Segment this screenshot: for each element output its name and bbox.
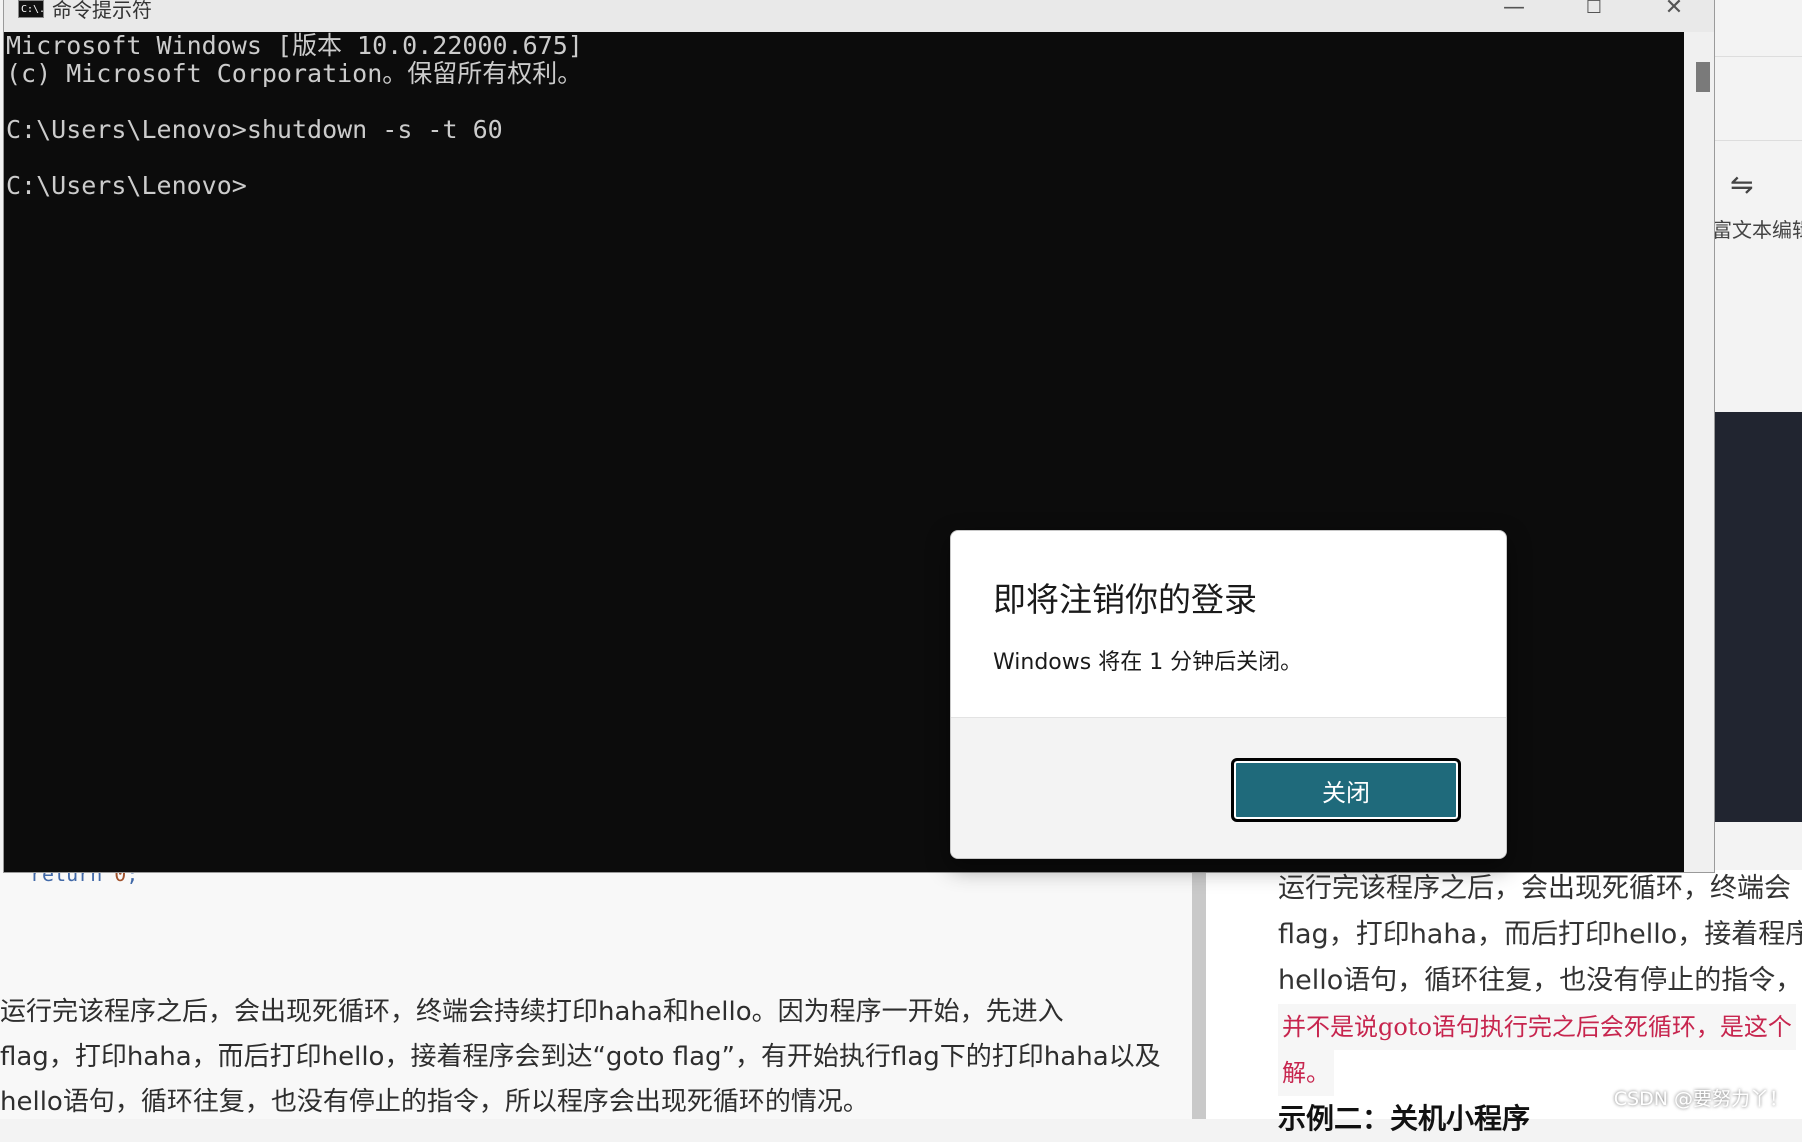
- paragraph-line: hello语句，循环往复，也没有停止的指令，: [1278, 965, 1802, 996]
- dialog-title: 即将注销你的登录: [993, 580, 1257, 619]
- watermark: CSDN @要努力丫！: [1613, 1088, 1788, 1110]
- console-line: Microsoft Windows [版本 10.0.22000.675]: [6, 32, 583, 60]
- console-prompt-line[interactable]: C:\Users\Lenovo>: [4, 172, 1684, 200]
- pane-divider[interactable]: [1192, 870, 1206, 1119]
- maximize-button[interactable]: ☐: [1564, 0, 1624, 24]
- paragraph-line: hello语句，循环往复，也没有停止的指令，所以程序会出现死循环的情况。: [0, 1087, 869, 1117]
- quote-line: 并不是说goto语句执行完之后会死循环，是这个: [1278, 1004, 1796, 1050]
- console-line: [4, 88, 1684, 116]
- paragraph-line: 运行完该程序之后，会出现死循环，终端会持续打印haha和hello。因为程序一开…: [0, 997, 1064, 1027]
- dialog-message: Windows 将在 1 分钟后关闭。: [993, 650, 1303, 675]
- console-line: C:\Users\Lenovo>shutdown -s -t 60: [6, 115, 503, 144]
- editor-paragraph: 运行完该程序之后，会出现死循环，终端会持续打印haha和hello。因为程序一开…: [0, 990, 1192, 1125]
- minimize-button[interactable]: —: [1484, 0, 1544, 24]
- cmd-app-icon: C:\.: [18, 0, 45, 18]
- title-bar[interactable]: C:\. 命令提示符 — ☐ ✕: [4, 0, 1714, 32]
- console-line: (c) Microsoft Corporation。保留所有权利。: [6, 59, 583, 88]
- scrollbar-thumb[interactable]: [1696, 62, 1710, 92]
- paragraph-line: 运行完该程序之后，会出现死循环，终端会: [1278, 873, 1791, 904]
- dialog-close-button[interactable]: 关闭: [1231, 758, 1461, 822]
- console-line: [4, 144, 1684, 172]
- toolbar-divider: [1714, 56, 1802, 57]
- preview-dark-panel: [1714, 412, 1802, 822]
- vertical-scrollbar[interactable]: [1684, 32, 1714, 872]
- close-button[interactable]: ✕: [1644, 0, 1704, 24]
- dialog-footer: 关闭: [951, 717, 1506, 858]
- quote-line: 解。: [1278, 1050, 1334, 1096]
- paragraph-line: flag，打印haha，而后打印hello，接着程序: [1278, 919, 1802, 950]
- shutdown-dialog: 即将注销你的登录 Windows 将在 1 分钟后关闭。 关闭: [950, 530, 1507, 859]
- paragraph-line: flag，打印haha，而后打印hello，接着程序会到达“goto flag”…: [0, 1042, 1161, 1072]
- rich-text-editor-label[interactable]: 富文本编辑: [1712, 214, 1802, 243]
- window-title: 命令提示符: [52, 0, 152, 22]
- swap-icon[interactable]: ⇋: [1730, 168, 1753, 201]
- toolbar-divider: [1714, 140, 1802, 141]
